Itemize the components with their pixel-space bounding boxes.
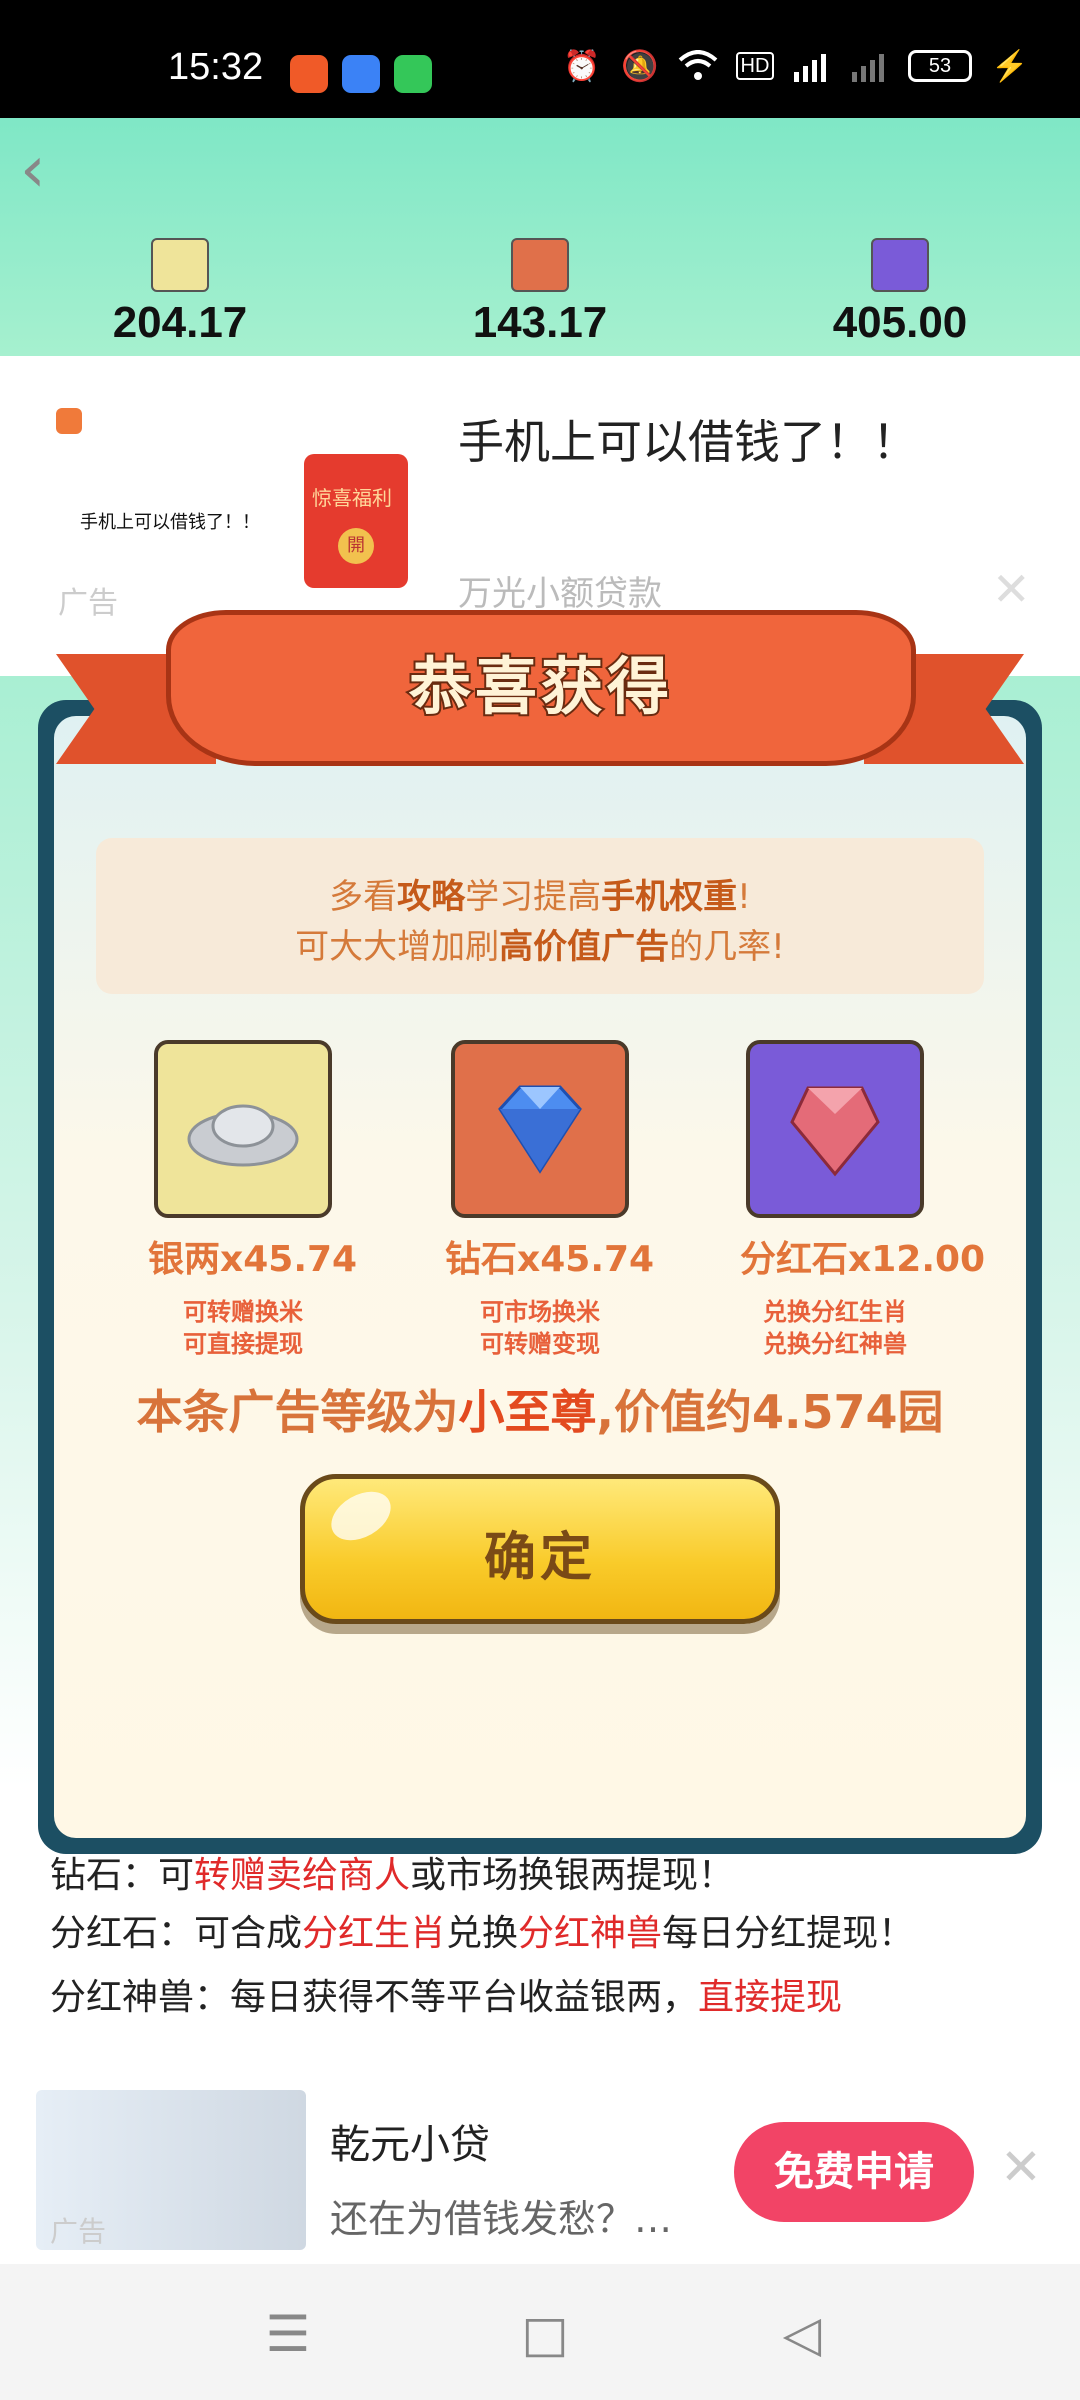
- red-envelope-image: 惊喜福利 開: [304, 454, 408, 588]
- bottom-ad-banner[interactable]: 广告 乾元小贷 还在为借钱发愁？… 免费申请 ✕: [0, 2060, 1080, 2260]
- page-line-dividend-beast: 分红神兽：每日获得不等平台收益银两，直接提现: [50, 1968, 842, 2020]
- browser-notification-icon: [342, 55, 380, 93]
- home-icon[interactable]: □: [515, 2304, 575, 2364]
- diamond-icon: [511, 238, 569, 292]
- diamond-highlight: 转赠卖给商人: [194, 1855, 411, 1896]
- app-notification-icon: [290, 55, 328, 93]
- dividend-stone-label: 分红石：可合成: [50, 1913, 303, 1954]
- tip-line-2: 可大大增加刷高价值广告的几率!: [96, 922, 984, 972]
- reward-diamond-desc-2: 可转赠变现: [480, 1330, 600, 1358]
- reward-diamond-desc-1: 可市场换米: [480, 1298, 600, 1326]
- modal-title-ribbon: 恭喜获得: [56, 598, 1024, 798]
- dividend-beast-highlight: 分红神兽: [518, 1913, 663, 1954]
- menu-icon[interactable]: ☰: [258, 2304, 318, 2364]
- tip-text: 可大大增加刷: [295, 927, 500, 967]
- free-apply-button[interactable]: 免费申请: [734, 2122, 974, 2222]
- diamond-text-b: 可: [158, 1855, 195, 1896]
- diamond-text-d: 或市场换银两提现！: [410, 1855, 735, 1896]
- reward-silver-desc-1: 可转赠换米: [183, 1298, 303, 1326]
- back-icon[interactable]: ◁: [772, 2304, 832, 2364]
- message-notification-icon: [394, 55, 432, 93]
- bottom-ad-title: 乾元小贷: [330, 2122, 490, 2168]
- reward-diamond: 钻石x45.74 可市场换米 可转赠变现: [445, 1040, 655, 1360]
- direct-withdraw-highlight: 直接提现: [698, 1977, 843, 2018]
- signal-2-icon: [850, 48, 890, 84]
- stat-silver-value: 204.17: [112, 298, 248, 347]
- charging-icon: ⚡: [991, 49, 1029, 83]
- bottom-ad-close-icon[interactable]: ✕: [1000, 2138, 1042, 2196]
- dividend-exchange-text: 兑换: [446, 1913, 519, 1954]
- hd-icon: HD: [736, 52, 774, 80]
- red-envelope-label: 惊喜福利: [312, 486, 392, 510]
- dividend-beast-text: 分红神兽：每日获得不等平台收益银两，: [50, 1977, 699, 2018]
- ad-level-text: 本条广告等级为小至尊,价值约4.574园: [60, 1376, 1020, 1442]
- diamond-icon: [451, 1040, 629, 1218]
- ad-title: 手机上可以借钱了！！: [458, 415, 918, 469]
- status-bar: 15:32 ⏰ 🔕 HD 53 ⚡: [0, 0, 1080, 118]
- tip-strategy: 攻略: [397, 877, 466, 917]
- reward-gem-desc-1: 兑换分红生肖: [763, 1298, 907, 1326]
- status-time: 15:32: [168, 46, 264, 88]
- stat-gem-value: 405.00: [832, 298, 968, 347]
- reward-silver-name: 银两x45.74: [148, 1239, 358, 1280]
- red-gem-icon: [746, 1040, 924, 1218]
- stat-diamond-value: 143.17: [472, 298, 608, 347]
- status-icons: ⏰ 🔕 HD 53 ⚡: [562, 48, 1030, 84]
- reward-silver-desc-2: 可直接提现: [183, 1330, 303, 1358]
- bottom-ad-mark: 广告: [50, 2215, 107, 2248]
- tip-text: 学习提高: [465, 877, 602, 917]
- system-nav-bar: ☰ □ ◁: [0, 2264, 1080, 2400]
- reward-diamond-name: 钻石x45.74: [445, 1239, 655, 1280]
- alarm-icon: ⏰: [563, 49, 601, 83]
- signal-5g-icon: [792, 48, 832, 84]
- tip-text: !: [737, 877, 751, 917]
- back-button[interactable]: ‹: [20, 138, 80, 202]
- reward-gem: 分红石x12.00 兑换分红生肖 兑换分红神兽: [740, 1040, 986, 1360]
- level-prefix: 本条广告等级为: [136, 1385, 459, 1439]
- tip-phone-weight: 手机权重: [601, 877, 738, 917]
- reward-silver: 银两x45.74 可转赠换米 可直接提现: [148, 1040, 358, 1360]
- red-gem-icon: [871, 238, 929, 292]
- battery-indicator: 53: [908, 50, 972, 82]
- tip-high-value-ad: 高价值广告: [499, 927, 670, 967]
- tip-text: 的几率!: [669, 927, 785, 967]
- tip-text: 多看: [329, 877, 398, 917]
- page-line-dividend-stone: 分红石：可合成分红生肖兑换分红神兽每日分红提现！: [50, 1904, 914, 1956]
- ad-thumb-text: 手机上可以借钱了！！: [80, 512, 260, 533]
- reward-gem-desc-2: 兑换分红神兽: [763, 1330, 907, 1358]
- level-value: ,价值约4.574园: [596, 1385, 944, 1439]
- diamond-label: 钻石：: [50, 1855, 159, 1896]
- dividend-daily-text: 每日分红提现！: [662, 1913, 915, 1954]
- confirm-button-label: 确定: [483, 1528, 596, 1588]
- stat-diamond: 143.17: [440, 238, 640, 348]
- stat-silver: 204.17: [80, 238, 280, 348]
- modal-title: 恭喜获得: [407, 648, 673, 725]
- red-envelope-coin: 開: [338, 528, 374, 564]
- confirm-button[interactable]: 确定: [300, 1474, 780, 1624]
- silver-ingot-icon: [151, 238, 209, 292]
- tip-line-1: 多看攻略学习提高手机权重!: [96, 872, 984, 922]
- stat-gem: 405.00: [800, 238, 1000, 348]
- tip-box: 多看攻略学习提高手机权重! 可大大增加刷高价值广告的几率!: [96, 838, 984, 994]
- reward-gem-name: 分红石x12.00: [740, 1239, 986, 1280]
- bottom-ad-description: 还在为借钱发愁？…: [330, 2197, 673, 2241]
- silver-ingot-icon: [154, 1040, 332, 1218]
- mute-icon: 🔕: [621, 49, 659, 83]
- ad-app-logo: [56, 408, 82, 434]
- wifi-icon: [678, 48, 718, 84]
- dividend-zodiac-highlight: 分红生肖: [302, 1913, 447, 1954]
- level-name: 小至尊: [458, 1385, 597, 1439]
